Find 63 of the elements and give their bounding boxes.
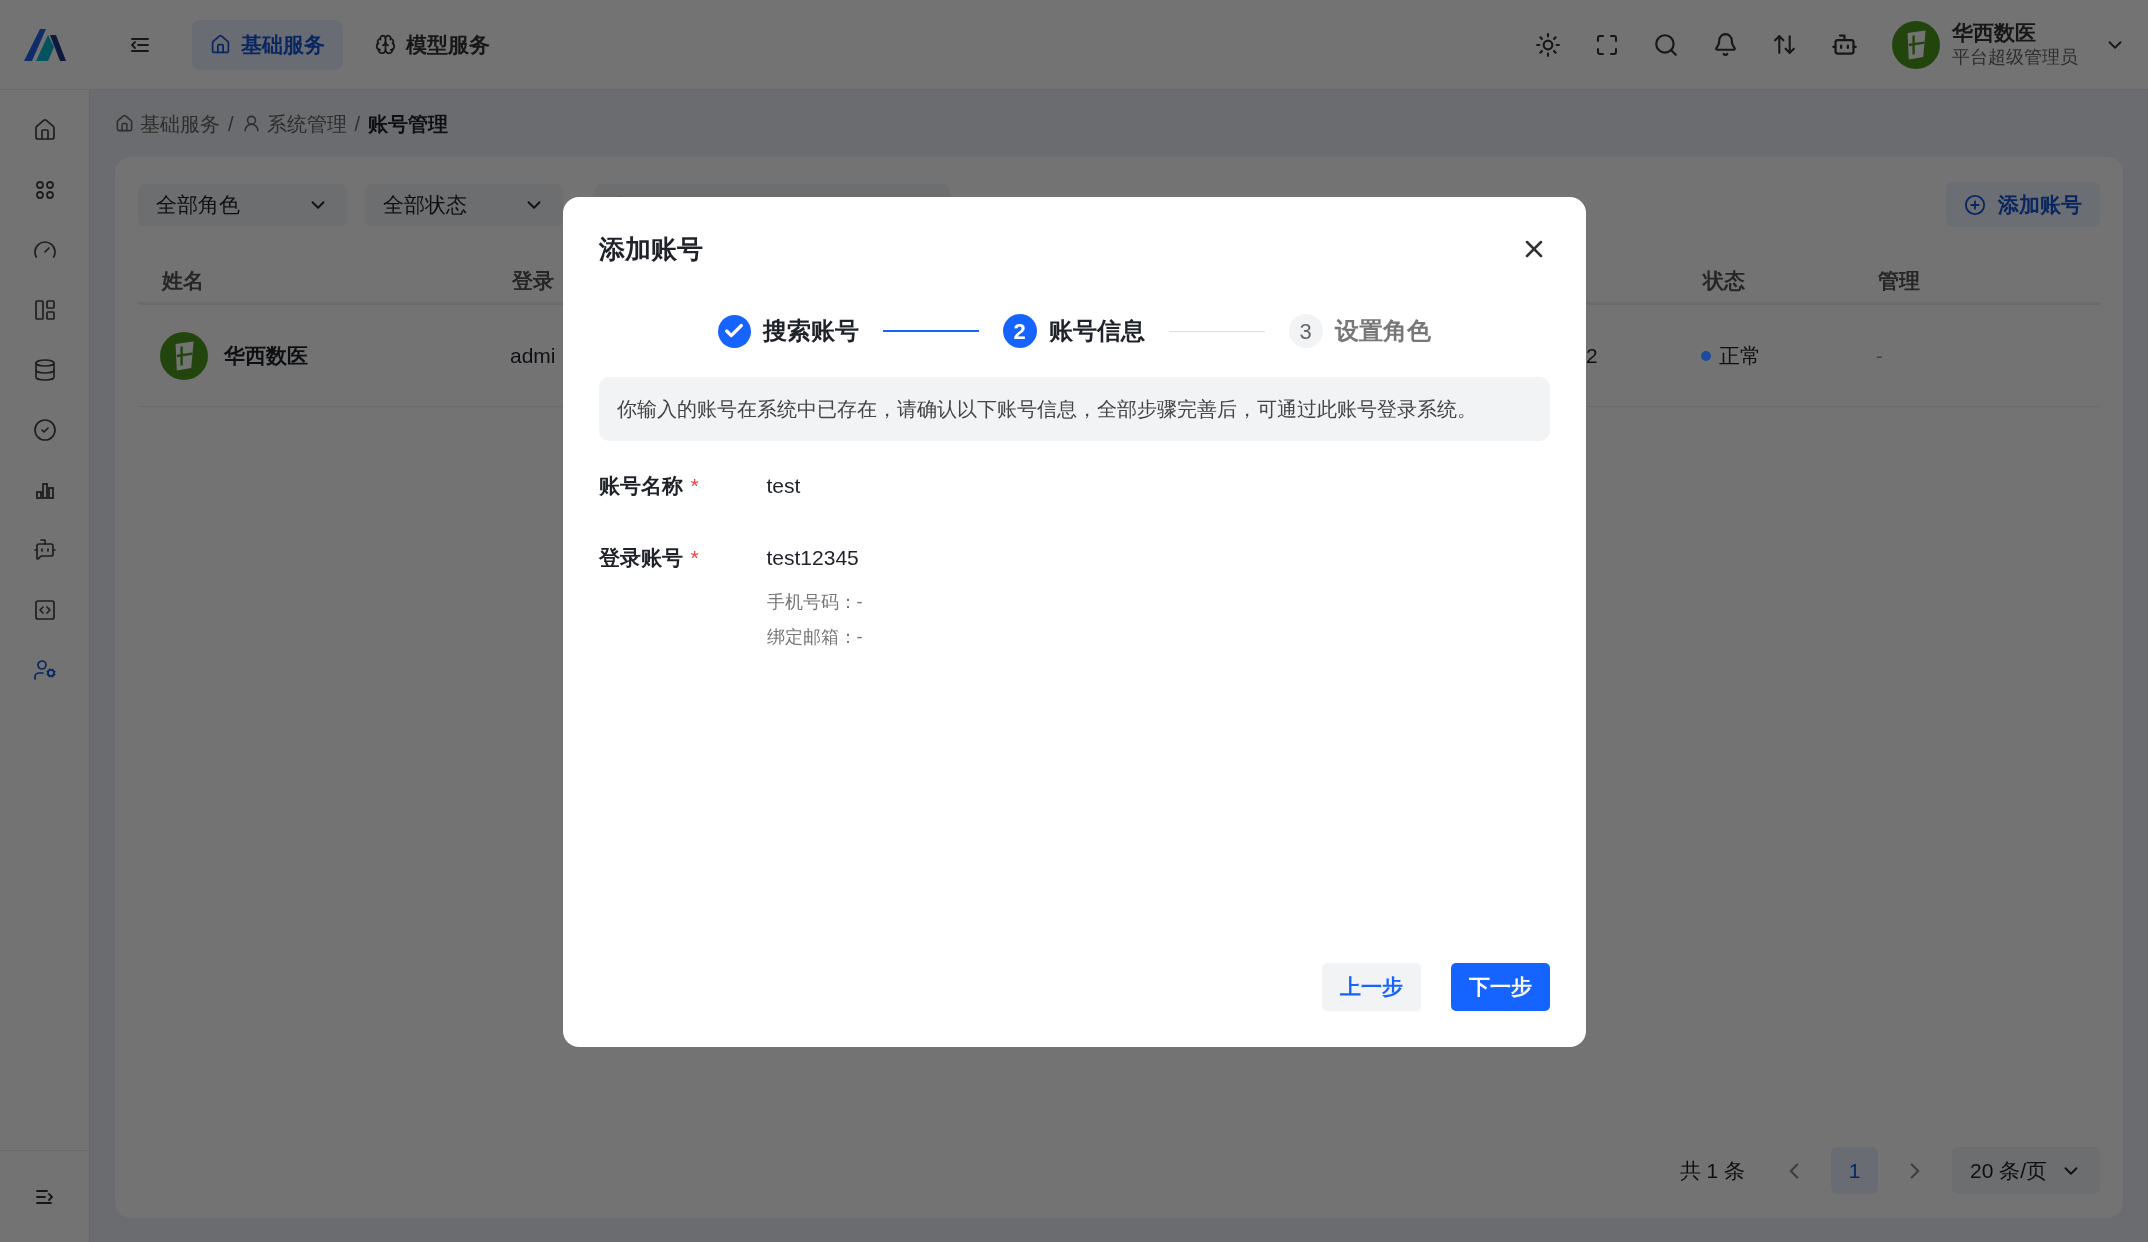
- column-header: 管理: [1878, 268, 1921, 295]
- breadcrumb-separator: /: [228, 111, 234, 137]
- home-icon: [210, 34, 231, 55]
- step-number: 3: [1288, 314, 1323, 348]
- chat-bot-icon[interactable]: [32, 538, 57, 562]
- step-label: 账号信息: [1048, 316, 1145, 346]
- field-label: 登录账号: [598, 545, 683, 572]
- plus-circle-icon: [1964, 193, 1986, 216]
- avatar-logo: [160, 331, 208, 380]
- table-cell-text: 正常: [1719, 342, 1761, 369]
- check-circle-icon[interactable]: [32, 418, 57, 442]
- user-role: 平台超级管理员: [1952, 46, 2078, 69]
- nav-tab[interactable]: 基础服务: [192, 19, 343, 70]
- sort-icon[interactable]: [1772, 32, 1797, 57]
- field-value: test: [766, 473, 801, 500]
- layout-icon[interactable]: [32, 298, 57, 322]
- breadcrumb-item[interactable]: 基础服务: [140, 108, 220, 139]
- column-header: 登录: [512, 268, 555, 295]
- step-label: 设置角色: [1334, 316, 1431, 346]
- field-label: 账号名称: [598, 473, 683, 500]
- filter-select[interactable]: 全部状态: [365, 183, 563, 226]
- database-icon[interactable]: [32, 358, 57, 382]
- field-detail: 手机号码：-: [766, 591, 863, 614]
- required-mark: *: [690, 473, 699, 500]
- user-name: 华西数医: [1952, 20, 2037, 47]
- next-button[interactable]: 下一步: [1450, 963, 1550, 1011]
- fullscreen-icon[interactable]: [1595, 32, 1619, 57]
- required-mark: *: [690, 545, 699, 572]
- page-button[interactable]: 1: [1831, 1147, 1878, 1194]
- home-icon[interactable]: [32, 118, 57, 142]
- brain-icon: [375, 34, 396, 55]
- breadcrumb-item: 账号管理: [368, 111, 449, 137]
- code-icon[interactable]: [32, 598, 57, 622]
- total-count: 共 1 条: [1679, 1157, 1745, 1184]
- breadcrumb-separator: /: [354, 111, 361, 137]
- step-done-icon: [717, 314, 751, 348]
- user-settings-icon[interactable]: [32, 658, 57, 682]
- avatar-logo: [1892, 20, 1940, 69]
- add-account-button[interactable]: 添加账号: [1946, 182, 2100, 227]
- table-cell-text: -: [1876, 342, 1884, 369]
- table-cell-text: 华西数医: [224, 342, 308, 369]
- notice-text: 你输入的账号在系统中已存在，请确认以下账号信息，全部步骤完善后，可通过此账号登录系统。: [598, 377, 1550, 441]
- table-cell-text: admi: [510, 342, 557, 369]
- column-header: 姓名: [162, 268, 205, 295]
- dialog-title: 添加账号: [598, 232, 703, 266]
- app-logo: [22, 26, 68, 63]
- theme-icon[interactable]: [1535, 31, 1561, 58]
- robot-icon[interactable]: [1831, 31, 1858, 58]
- column-header: 状态: [1703, 268, 1746, 295]
- search-icon[interactable]: [1653, 31, 1679, 58]
- field-detail: 绑定邮箱：-: [766, 626, 863, 649]
- step-label: 搜索账号: [762, 316, 859, 346]
- step-number: 2: [1002, 314, 1037, 348]
- back-button[interactable]: 上一步: [1321, 963, 1421, 1011]
- home-icon: [115, 114, 134, 133]
- breadcrumb-item[interactable]: 系统管理: [266, 108, 347, 139]
- filter-select[interactable]: 全部角色: [138, 183, 347, 226]
- user-icon: [241, 114, 261, 133]
- table-cell-text: 2: [1585, 342, 1599, 369]
- notification-icon[interactable]: [1713, 32, 1738, 57]
- page-size-select[interactable]: 20 条/页: [1952, 1147, 2100, 1194]
- nav-tab[interactable]: 模型服务: [357, 19, 508, 70]
- field-value: test12345: [766, 545, 860, 572]
